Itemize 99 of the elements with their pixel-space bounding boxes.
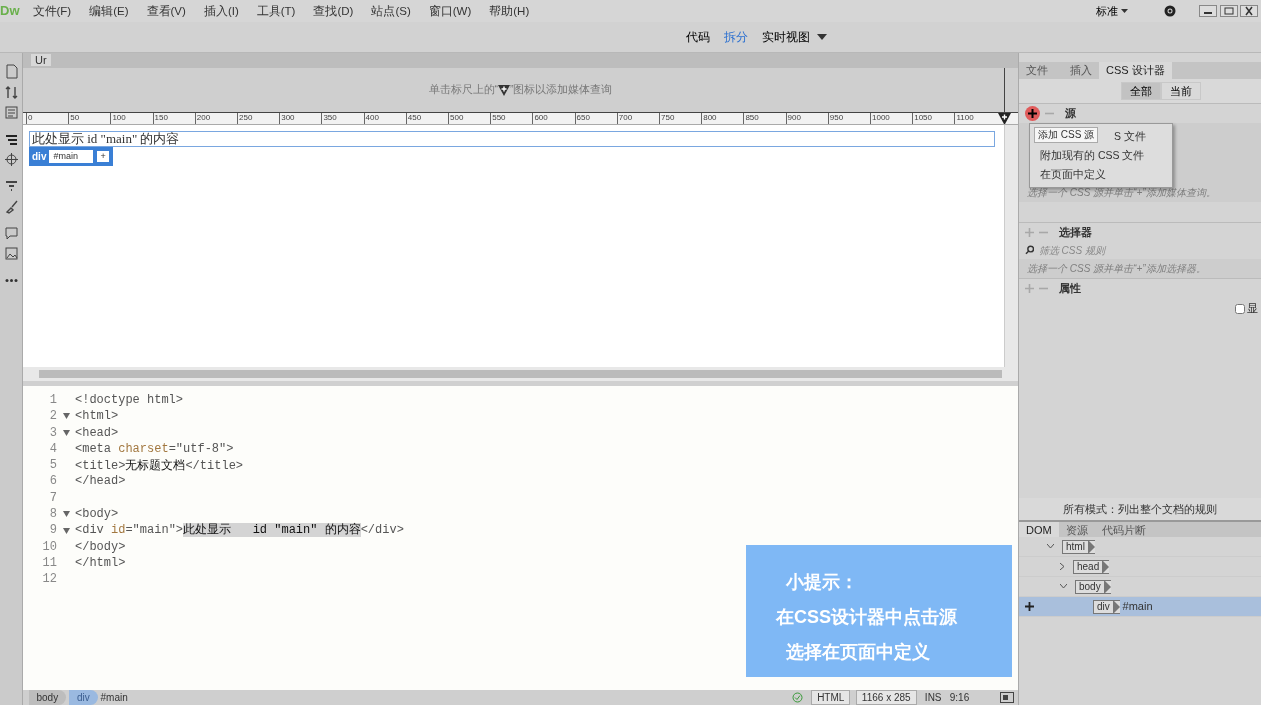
dom-tag[interactable]: div [1093,599,1120,614]
tag-selector[interactable]: body [28,690,67,705]
menu-item[interactable]: 帮助(H) [480,0,539,22]
line-number: 1 [48,392,57,409]
window-size-dropdown[interactable]: 1166 x 285 [855,690,917,705]
filter-icon[interactable] [3,178,19,194]
code-line: <html> [75,408,119,425]
media-query-hint: ”图标以添加媒体查询 [510,82,613,98]
caret-icon[interactable] [817,34,827,40]
panel-tab[interactable]: DOM [1019,522,1059,537]
add-icon[interactable] [1024,105,1040,121]
panel-tab[interactable]: CSS 设计器 [1099,62,1172,79]
filter-button[interactable]: 全部 [1121,81,1161,100]
media-query-hint: 单击标尺上的“ [428,82,498,98]
design-view-text: 此处显示 id "main" 的内容 [29,131,995,147]
id-field[interactable]: #main [49,149,94,164]
fold-arrow-icon[interactable] [62,429,70,436]
section-title: 属性 [1059,280,1081,296]
line-number: 7 [48,489,57,507]
panel-tab[interactable]: 插入 [1063,62,1099,79]
menu-item[interactable]: 工具(T) [247,0,305,22]
line-number: 2 [48,408,57,425]
tag-label: div [32,150,47,164]
panel-tab[interactable]: 资源 [1058,522,1095,537]
add-marker-icon [498,84,510,96]
menu-item[interactable]: 文件(F) [23,0,81,22]
menu-item[interactable]: 查找(D) [304,0,363,22]
view-mode-tab[interactable]: 代码 [679,28,717,46]
code-line: </body> [75,538,126,555]
check-icon [791,692,803,703]
fold-arrow-icon[interactable] [62,413,70,420]
code-line: <title>无标题文档</title> [75,457,244,474]
line-number: 10 [41,538,57,555]
search-field[interactable]: 筛选 CSS 规则 [1036,241,1261,259]
menu-item[interactable]: 窗口(W) [419,0,481,22]
fold-arrow-icon[interactable] [62,527,70,534]
dom-tag[interactable]: body [1075,579,1111,594]
workspace-dropdown[interactable]: 标准 [1089,2,1135,20]
line-number: 9 [48,522,57,539]
code-line: <head> [75,424,119,441]
dom-tag[interactable]: html [1062,539,1095,554]
section-title: 源 [1065,105,1076,121]
comment-icon[interactable] [3,225,19,241]
menu-item[interactable]: 附加现有的 CSS 文件 [1040,148,1145,161]
line-number: 4 [48,440,57,458]
minimize-icon[interactable] [1198,5,1217,17]
dom-tag[interactable]: head [1073,559,1110,574]
document-icon[interactable] [3,64,19,79]
horizontal-scrollbar[interactable] [23,367,1018,381]
code-line: <div id="main">此处显示 id "main" 的内容</div> [75,522,404,539]
view-mode-tab[interactable]: 实时视图 [755,28,817,46]
tip-text: 选择在页面中定义 [786,641,931,664]
checkbox-label: 显 [1247,301,1259,317]
tip-title: 小提示： [786,571,859,594]
line-number: 6 [48,473,57,490]
search-icon [1024,245,1034,255]
panel-tab[interactable]: 文件 [1019,62,1055,79]
vertical-scrollbar[interactable] [1004,125,1018,367]
line-number: 8 [48,506,57,523]
close-icon[interactable] [1240,5,1259,17]
sort-icon[interactable] [3,84,19,100]
menu-item[interactable]: 站点(S) [362,0,420,22]
line-number: 3 [48,424,57,441]
fold-arrow-icon[interactable] [62,511,70,518]
line-number: 11 [41,554,57,572]
add-icon[interactable] [1025,602,1034,611]
preview-icon[interactable] [1000,692,1014,703]
target-icon[interactable] [3,152,19,167]
brush-icon[interactable] [3,199,19,214]
media-query-marker-icon[interactable] [998,113,1011,124]
app-logo: Dw [0,2,21,20]
menu-item[interactable]: 查看(V) [137,0,195,22]
code-line: <!doctype html> [75,392,184,409]
cursor-position: 9:16 [949,691,970,705]
insert-mode-label: INS [924,691,942,705]
add-class-button[interactable]: + [96,150,110,163]
mode-description: 所有模式：列出整个文档的规则 [1019,498,1261,520]
element-id-label: #main [1122,599,1153,615]
filter-button[interactable]: 当前 [1161,81,1201,100]
document-tab[interactable]: Ur [31,54,51,66]
code-line: </html> [75,554,126,572]
line-number: 5 [48,457,57,474]
settings-icon[interactable] [1162,4,1177,18]
image-icon[interactable] [3,246,19,261]
code-line: </head> [75,473,126,490]
panel-tab[interactable]: 代码片断 [1094,522,1153,537]
language-dropdown[interactable]: HTML [811,690,851,705]
menu-item[interactable]: 编辑(E) [80,0,138,22]
menu-item[interactable]: 插入(I) [194,0,248,22]
tip-text: 在CSS设计器中点击源 [776,606,958,629]
line-number: 12 [41,571,57,588]
caret-icon [1120,9,1128,13]
element-id-label: #main [100,691,128,705]
menu-item[interactable]: S 文件 [1114,129,1146,142]
code-line: <meta charset="utf-8"> [75,440,234,458]
show-set-checkbox[interactable] [1234,303,1245,314]
section-title: 选择器 [1059,224,1092,240]
menu-item[interactable]: 在页面中定义 [1040,167,1106,180]
code-line: <body> [75,506,119,523]
